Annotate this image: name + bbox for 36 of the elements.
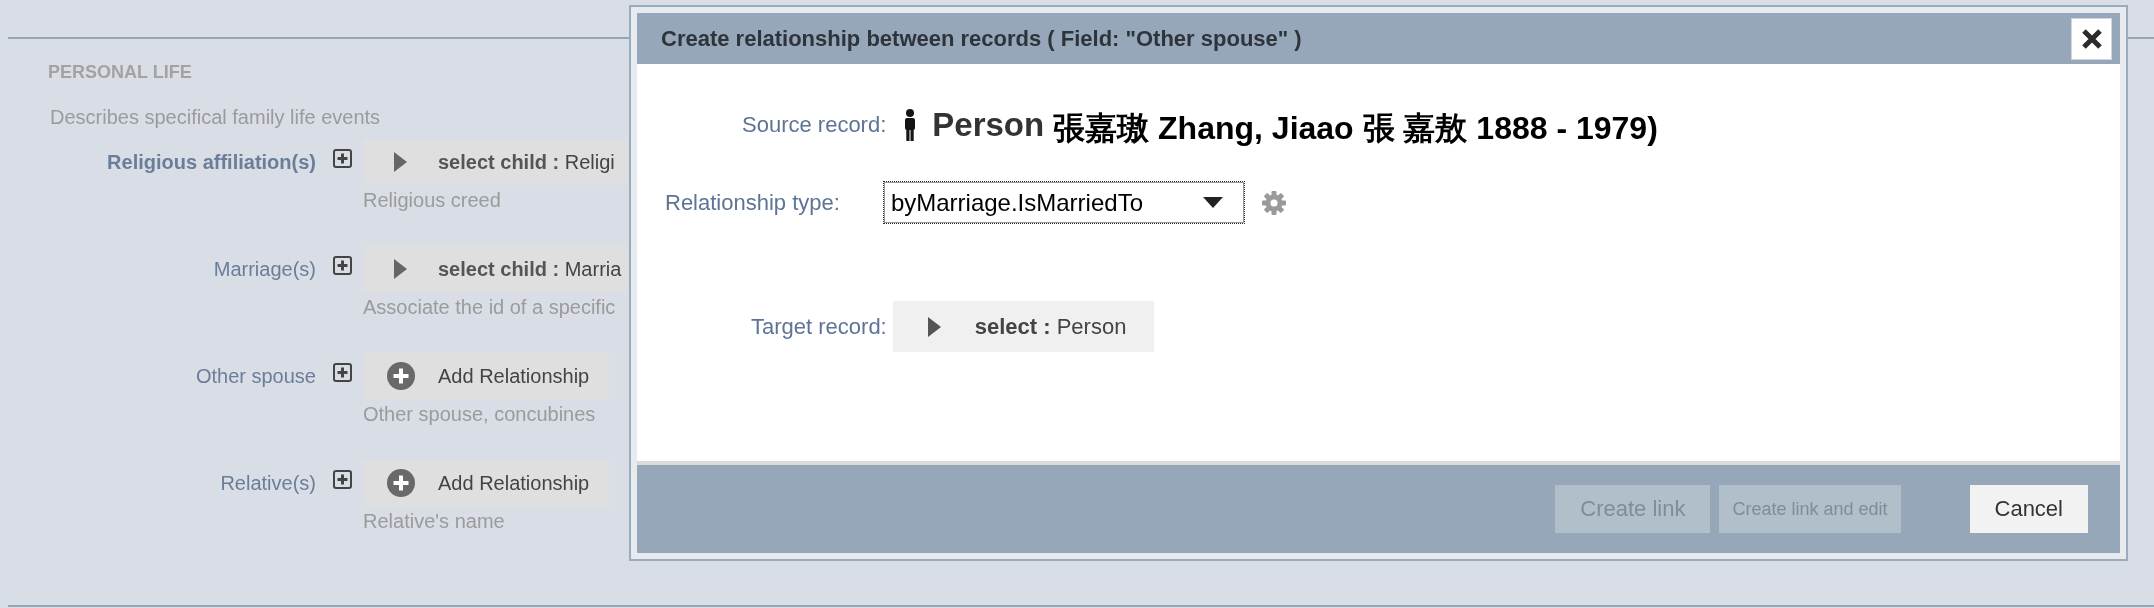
close-button[interactable] — [2071, 17, 2112, 60]
field-label: Relative(s) — [220, 471, 316, 495]
field-label: Target record: — [751, 313, 887, 340]
add-relationship-button[interactable]: Add Relationship — [363, 353, 609, 399]
plus-square-icon[interactable] — [333, 149, 352, 168]
add-relationship-button[interactable]: Add Relationship — [363, 460, 609, 506]
field-help: Relative's name — [363, 509, 505, 533]
record-name: 張嘉璈 Zhang, Jiaao 張 嘉敖 1888 - 1979) — [1053, 109, 1658, 147]
play-icon — [394, 152, 407, 172]
select-child-button[interactable]: select child : Marria — [363, 246, 628, 292]
relationship-type-select[interactable]: byMarriage.IsMarriedTo — [883, 182, 1244, 223]
target-select-button[interactable]: select : Person — [892, 301, 1154, 352]
field-label: Relationship type: — [665, 189, 840, 216]
plus-circle-icon — [387, 469, 415, 497]
plus-circle-icon — [387, 362, 415, 390]
close-icon — [2080, 27, 2103, 50]
dialog-button[interactable]: Cancel — [1969, 485, 2088, 533]
select-child-button[interactable]: select child : Religi — [363, 139, 628, 185]
caret-icon — [1202, 197, 1223, 208]
field-help: Religious creed — [363, 188, 501, 212]
dialog-title: Create relationship between records ( Field: "Other spouse" ) — [661, 25, 1302, 52]
field-label: Other spouse — [195, 364, 316, 388]
field-help: Other spouse, concubines — [363, 402, 596, 426]
field-label: Marriage(s) — [213, 257, 316, 281]
person-icon — [904, 109, 917, 141]
play-icon — [927, 316, 941, 337]
field-label: Source record: — [742, 112, 887, 138]
play-icon — [394, 259, 407, 279]
plus-square-icon[interactable] — [333, 470, 352, 489]
section-title: PERSONAL LIFE — [48, 61, 192, 83]
plus-square-icon[interactable] — [333, 256, 352, 275]
field-help: Associate the id of a specific — [363, 295, 616, 319]
plus-square-icon[interactable] — [333, 363, 352, 382]
record-type: Person — [932, 106, 1045, 144]
section-description: Describes specifical family life events — [50, 105, 381, 129]
field-label: Religious affiliation(s) — [107, 150, 316, 174]
